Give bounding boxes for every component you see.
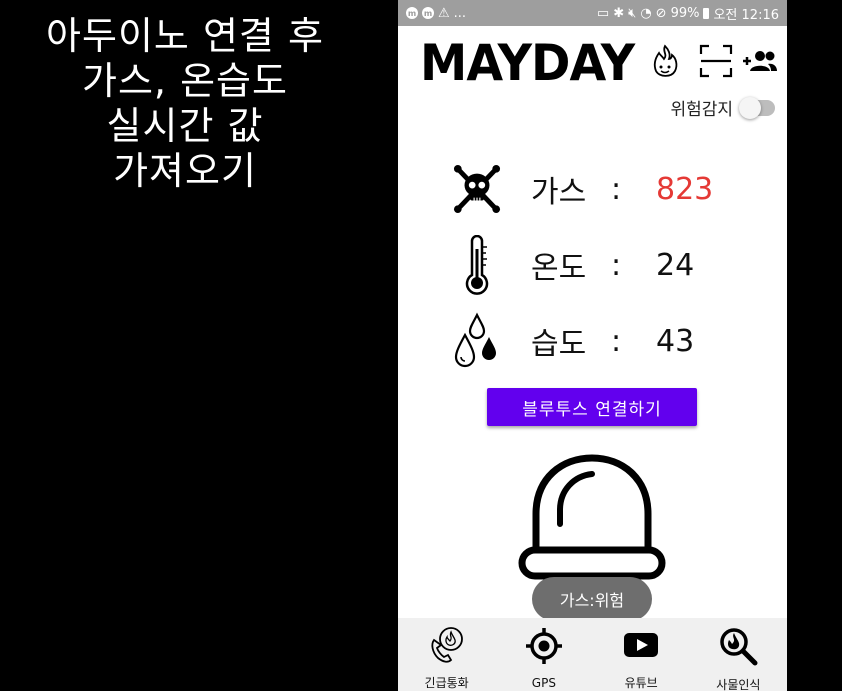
- app-title: MAYDAY: [420, 34, 635, 92]
- caption-line-4: 가져오기: [113, 149, 257, 193]
- do-not-disturb-icon: ⊘: [655, 5, 667, 21]
- youtube-play-icon: [624, 633, 659, 657]
- app-notification-icon-2: m: [422, 7, 434, 19]
- gps-target-icon: [525, 628, 562, 664]
- caption-line-2: 가스, 온습도: [82, 59, 288, 103]
- danger-detect-label: 위험감지: [670, 100, 733, 120]
- nav-emergency-call[interactable]: 긴급통화: [407, 618, 487, 691]
- battery-icon: [703, 7, 710, 19]
- nav-youtube[interactable]: 유튜브: [601, 618, 681, 691]
- caption-line-3: 실시간 값: [106, 104, 264, 148]
- thermometer-icon: [465, 235, 489, 295]
- fire-face-icon[interactable]: [650, 44, 680, 80]
- nav-object-recognition-label: 사물인식: [716, 678, 761, 691]
- emergency-call-icon: [431, 627, 463, 663]
- bluetooth-connect-button[interactable]: 블루투스 연결하기: [487, 388, 697, 426]
- gas-label: 가스: [531, 175, 587, 210]
- humidity-value: 43: [656, 323, 695, 359]
- nav-emergency-call-label: 긴급통화: [424, 676, 469, 690]
- nav-gps-label: GPS: [531, 676, 556, 690]
- battery-percent: 99%: [670, 5, 700, 21]
- fire-search-icon: [720, 628, 758, 666]
- nav-object-recognition[interactable]: 사물인식: [698, 618, 778, 691]
- nav-gps[interactable]: GPS: [504, 618, 584, 691]
- toast-message: 가스:위험: [532, 577, 652, 621]
- scan-icon[interactable]: [699, 44, 733, 78]
- clock: 오전 12:16: [713, 7, 779, 23]
- danger-detect-row: 위험감지: [670, 95, 775, 120]
- gas-value: 823: [656, 171, 714, 207]
- skull-crossbones-icon: [453, 165, 501, 213]
- gas-colon: :: [611, 171, 622, 207]
- humidity-label: 습도: [531, 327, 587, 362]
- mute-icon: 🔇︎: [628, 5, 637, 21]
- humidity-colon: :: [611, 323, 622, 359]
- status-bar: m m ⚠ ... ▭ ✱ 🔇︎ ◔ ⊘ 99% 오전 12:16: [398, 0, 787, 26]
- more-notifications: ...: [453, 5, 467, 21]
- temperature-value: 24: [656, 247, 695, 283]
- wifi-icon: ◔: [640, 5, 652, 21]
- temperature-label: 온도: [531, 251, 587, 286]
- bottom-navigation: 긴급통화 GPS 유튜브 사물인식: [398, 618, 787, 691]
- cast-icon: ▭: [596, 5, 610, 21]
- app-notification-icon: m: [406, 7, 418, 19]
- humidity-row: 습도 : 43: [453, 310, 694, 372]
- warning-icon: ⚠: [438, 5, 450, 21]
- water-drops-icon: [454, 312, 496, 368]
- siren-icon[interactable]: [518, 452, 666, 584]
- phone-screen: m m ⚠ ... ▭ ✱ 🔇︎ ◔ ⊘ 99% 오전 12:16 MAYDAY: [398, 0, 787, 691]
- add-group-icon[interactable]: [742, 49, 778, 73]
- bluetooth-icon: ✱: [613, 5, 625, 21]
- caption-line-1: 아두이노 연결 후: [46, 14, 324, 58]
- temperature-row: 온도 : 24: [453, 234, 694, 296]
- video-caption: 아두이노 연결 후 가스, 온습도 실시간 값 가져오기: [0, 14, 370, 194]
- temperature-colon: :: [611, 247, 622, 283]
- gas-row: 가스 : 823: [453, 158, 713, 220]
- nav-youtube-label: 유튜브: [624, 676, 658, 690]
- danger-detect-toggle[interactable]: [739, 96, 775, 119]
